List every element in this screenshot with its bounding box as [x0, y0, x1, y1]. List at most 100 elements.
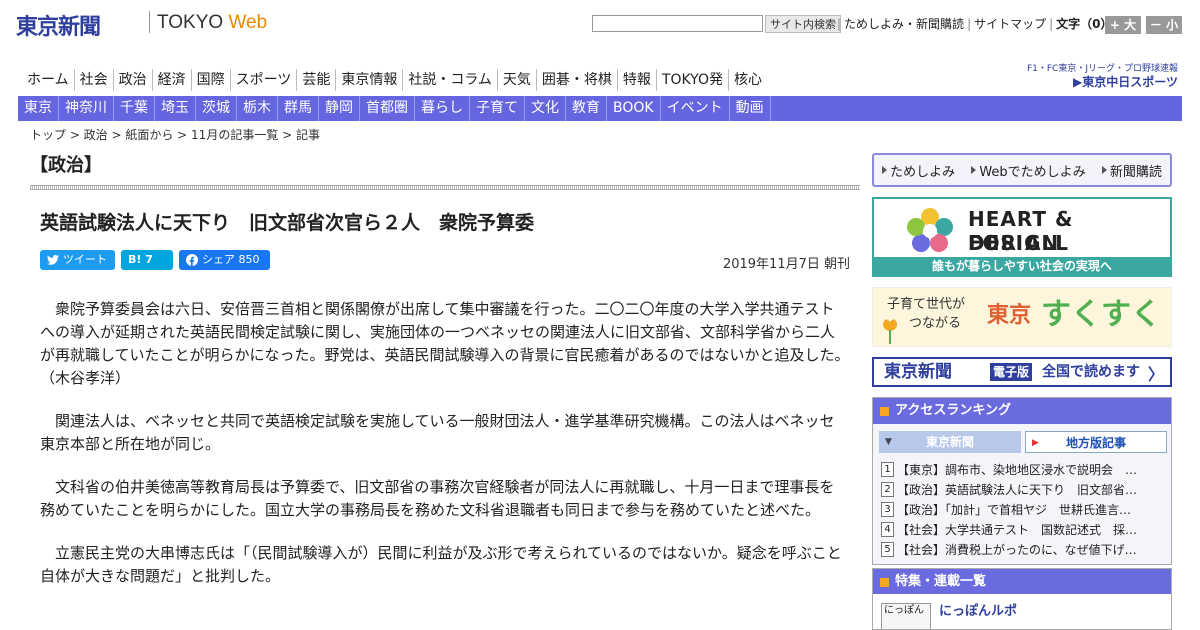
ranking-item-text: 【社会】消費税上がったのに、なぜ値下げ…: [897, 543, 1137, 557]
article-paragraph: 立憲民主党の大串博志氏は「（民間試験導入が）民間に利益が及ぶ形で考えられているの…: [40, 544, 842, 585]
nav-international[interactable]: 国際: [192, 69, 231, 91]
region-tochigi[interactable]: 栃木: [237, 96, 278, 121]
breadcrumb[interactable]: トップ > 政治 > 紙面から > 11月の記事一覧 > 記事: [30, 127, 320, 143]
ranking-item[interactable]: 4 【社会】大学共通テスト 国数記述式 採…: [881, 520, 1167, 540]
region-event[interactable]: イベント: [661, 96, 730, 121]
region-tokyo[interactable]: 東京: [18, 96, 59, 121]
article-body: 衆院予算委員会は六日、安倍晋三首相と関係閣僚が出席して集中審議を行った。二〇二〇…: [40, 298, 857, 608]
ranking-item-text: 【東京】調布市、染地地区浸水で説明会 …: [897, 463, 1138, 477]
region-ibaraki[interactable]: 茨城: [196, 96, 237, 121]
tweet-label: ツイート: [63, 253, 107, 266]
font-bigger-button[interactable]: + 大: [1105, 16, 1141, 34]
region-gunma[interactable]: 群馬: [278, 96, 319, 121]
subscribe-link[interactable]: ためしよみ・新聞購読: [841, 17, 967, 31]
ranking-item-text: 【社会】大学共通テスト 国数記述式 採…: [897, 523, 1138, 537]
region-chiba[interactable]: 千葉: [114, 96, 155, 121]
orange-square-icon: [880, 407, 889, 416]
heart-design-line2: FOR ALL: [968, 231, 1069, 255]
nippon-rupo-link[interactable]: にっぽんルポ: [939, 603, 1017, 620]
tab-tokyo-shimbun-label: 東京新聞: [925, 435, 974, 449]
nav-economy[interactable]: 経済: [153, 69, 192, 91]
ranking-tabs: ▼ 東京新聞 ▶ 地方版記事: [879, 431, 1167, 453]
nav-sports[interactable]: スポーツ: [231, 69, 298, 91]
hatena-bookmark-button[interactable]: B! 7: [121, 250, 173, 270]
font-smaller-button[interactable]: － 小: [1146, 16, 1182, 34]
sports-banner[interactable]: F1・FC東京・Jリーグ・プロ野球速報 ▶東京中日スポーツ: [1022, 64, 1178, 90]
ranking-item[interactable]: 1 【東京】調布市、染地地区浸水で説明会 …: [881, 460, 1167, 480]
special-features: 特集・連載一覧 にっぽん にっぽんルポ: [872, 568, 1172, 630]
ranking-item[interactable]: 3 【政治】「加計」で首相ヤジ 世耕氏進言…: [881, 500, 1167, 520]
category-heading: 【政治】: [30, 155, 102, 176]
special-features-header: 特集・連載一覧: [873, 569, 1171, 594]
digital-edition-text: 全国で読めます: [1042, 364, 1140, 380]
sports-banner-sub: F1・FC東京・Jリーグ・プロ野球速報: [1026, 64, 1178, 74]
sukusuku-tokyo: 東京: [987, 303, 1032, 328]
nav-go-shogi[interactable]: 囲碁・将棋: [537, 69, 618, 91]
flower-logo-icon: [907, 208, 953, 252]
nav-editorial[interactable]: 社説・コラム: [403, 69, 498, 91]
region-book[interactable]: BOOK: [607, 96, 661, 121]
ranking-item[interactable]: 5 【社会】消費税上がったのに、なぜ値下げ…: [881, 540, 1167, 560]
sitemap-link[interactable]: サイトマップ: [971, 17, 1049, 31]
tab-local-articles[interactable]: ▶ 地方版記事: [1025, 431, 1167, 453]
ranking-list: 1 【東京】調布市、染地地区浸水で説明会 … 2 【政治】英語試験法人に天下り 旧文…: [881, 460, 1167, 560]
rank-number: 5: [881, 542, 894, 557]
search-input[interactable]: [592, 15, 763, 32]
subscribe-newspaper-link[interactable]: 新聞購読: [1101, 161, 1162, 180]
facebook-share-button[interactable]: シェア 850: [179, 250, 270, 270]
tameshiyomi-box: ためしよみ Webでためしよみ 新聞購読: [872, 153, 1172, 187]
digital-edition-logo: 東京新聞: [884, 362, 952, 382]
nav-weather[interactable]: 天気: [498, 69, 537, 91]
digital-edition-badge: 電子版: [990, 363, 1033, 381]
web-tameshiyomi-link[interactable]: Webでためしよみ: [971, 161, 1086, 180]
article-date: 2019年11月7日 朝刊: [722, 257, 850, 272]
region-kyoiku[interactable]: 教育: [566, 96, 607, 121]
nav-tokyo-info[interactable]: 東京情報: [336, 69, 404, 91]
tokyo-web-logo[interactable]: TOKYO Web: [157, 12, 267, 34]
nav-home[interactable]: ホーム: [22, 69, 75, 91]
region-shutoken[interactable]: 首都圏: [360, 96, 415, 121]
nav-politics[interactable]: 政治: [114, 69, 153, 91]
search-button[interactable]: サイト内検索: [765, 15, 841, 33]
triangle-right-icon: [971, 166, 977, 174]
twitter-bird-icon: [47, 255, 59, 265]
sukusuku-banner[interactable]: 子育て世代が つながる 東京 すくすく: [872, 287, 1172, 347]
triangle-right-icon: [1101, 166, 1107, 174]
nippon-rupo-thumbnail[interactable]: にっぽん: [881, 603, 931, 629]
ranking-item-text: 【政治】英語試験法人に天下り 旧文部省…: [897, 483, 1138, 497]
region-kurashi[interactable]: 暮らし: [415, 96, 470, 121]
tameshiyomi-link[interactable]: ためしよみ: [882, 161, 955, 180]
site-logo[interactable]: 東京新聞: [16, 9, 101, 41]
nav-kakushin[interactable]: 核心: [729, 69, 767, 91]
triangle-right-icon: ▶: [1032, 438, 1039, 448]
nav-entertainment[interactable]: 芸能: [297, 69, 337, 91]
site-header: 東京新聞 TOKYO Web サイト内検索 | ためしよみ・新聞購読 | サイトマップ…: [0, 0, 1200, 48]
tweet-button[interactable]: ツイート: [40, 250, 115, 270]
sukusuku-brand: すくすく: [1041, 297, 1161, 332]
facebook-label: シェア 850: [202, 253, 260, 266]
digital-edition-banner[interactable]: 東京新聞 電子版 全国で読めます 〉: [872, 357, 1172, 387]
region-bunka[interactable]: 文化: [525, 96, 566, 121]
nav-tokyo-hatsu[interactable]: TOKYO発: [657, 69, 729, 91]
nav-society[interactable]: 社会: [75, 69, 114, 91]
tameshiyomi-label: ためしよみ: [890, 164, 956, 180]
tab-local-articles-label: 地方版記事: [1065, 436, 1126, 450]
logo-divider: [149, 11, 150, 33]
ranking-header: アクセスランキング: [873, 398, 1171, 424]
triangle-down-icon: ▼: [885, 437, 892, 447]
region-saitama[interactable]: 埼玉: [155, 96, 196, 121]
web-tameshiyomi-label: Webでためしよみ: [979, 164, 1086, 180]
rank-number: 1: [881, 462, 894, 477]
region-video[interactable]: 動画: [730, 96, 771, 121]
region-kanagawa[interactable]: 神奈川: [59, 96, 114, 121]
ranking-item-text: 【政治】「加計」で首相ヤジ 世耕氏進言…: [897, 503, 1132, 517]
nav-tokuho[interactable]: 特報: [618, 69, 657, 91]
ranking-item[interactable]: 2 【政治】英語試験法人に天下り 旧文部省…: [881, 480, 1167, 500]
special-features-title: 特集・連載一覧: [895, 574, 987, 589]
region-kosodate[interactable]: 子育て: [470, 96, 525, 121]
region-nav: 東京 神奈川 千葉 埼玉 茨城 栃木 群馬 静岡 首都圏 暮らし 子育て 文化 …: [18, 96, 1182, 121]
tab-tokyo-shimbun[interactable]: ▼ 東京新聞: [879, 431, 1021, 453]
sukusuku-line1: 子育て世代が: [887, 297, 966, 312]
region-shizuoka[interactable]: 静岡: [319, 96, 360, 121]
heart-design-banner[interactable]: HEART & DESIGN FOR ALL 誰もが暮らしやすい社会の実現へ: [872, 197, 1172, 277]
